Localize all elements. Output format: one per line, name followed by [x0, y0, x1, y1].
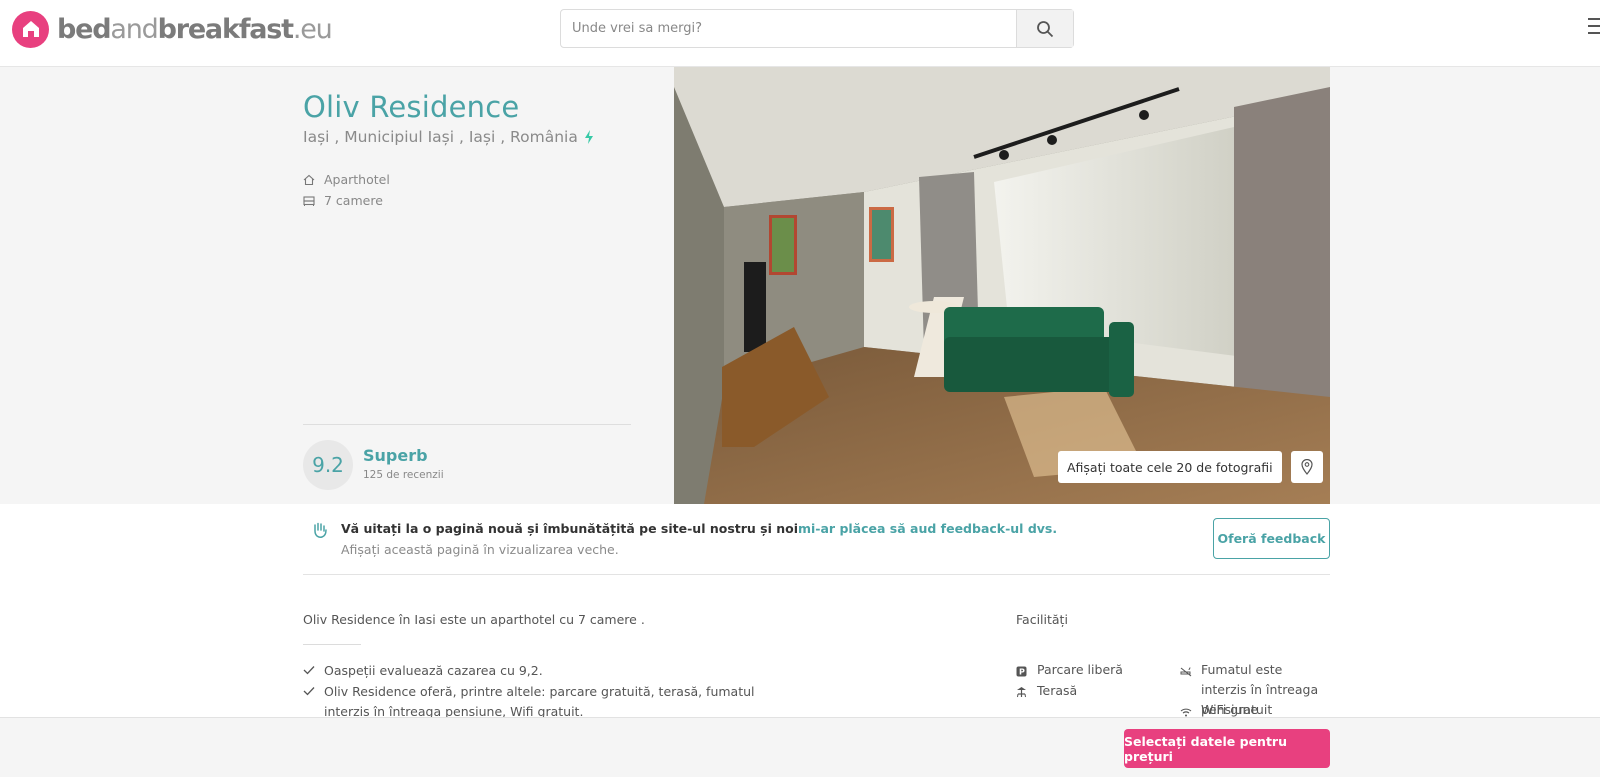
feedback-text: Vă uitați la o pagină nouă și îmbunătăți… [341, 521, 798, 536]
site-logo[interactable]: bedandbreakfast.eu [12, 10, 333, 48]
rating-score: 9.2 [303, 440, 353, 490]
show-all-photos-button[interactable]: Afișați toate cele 20 de fotografii [1058, 451, 1282, 483]
bed-icon [303, 195, 315, 206]
select-dates-button[interactable]: Selectați datele pentru prețuri [1124, 729, 1330, 768]
terrace-icon [1017, 687, 1026, 698]
svg-text:P: P [1019, 668, 1025, 677]
site-header: bedandbreakfast.eu [0, 0, 1600, 67]
give-feedback-button[interactable]: Oferă feedback [1213, 518, 1330, 559]
logo-wordmark: bedandbreakfast.eu [57, 13, 333, 45]
wifi-icon [1180, 708, 1192, 717]
waving-hand-icon [314, 522, 327, 538]
review-count[interactable]: 125 de recenzii [363, 469, 444, 481]
rating-label[interactable]: Superb [363, 446, 428, 465]
map-pin-icon [1301, 459, 1313, 475]
search-input[interactable] [561, 10, 1016, 47]
search-button[interactable] [1016, 10, 1073, 47]
property-type: Aparthotel [303, 172, 390, 187]
old-view-link[interactable]: Afișați această pagină în vizualizarea v… [341, 542, 619, 557]
property-rooms: 7 camere [303, 193, 383, 208]
list-item: Oliv Residence oferă, printre altele: pa… [303, 682, 793, 722]
map-pin-button[interactable] [1291, 451, 1323, 483]
list-item-text: Oliv Residence oferă, printre altele: pa… [324, 684, 755, 719]
property-location: Iași , Municipiul Iași , Iași , România [303, 128, 594, 146]
feedback-link[interactable]: mi-ar plăcea să aud feedback-ul dvs. [798, 521, 1057, 536]
rooms-label: 7 camere [324, 193, 383, 208]
search-icon [1037, 20, 1054, 37]
property-photo[interactable] [674, 67, 1330, 504]
lightning-icon [584, 130, 593, 144]
property-description: Oliv Residence în Iasi este un aparthote… [303, 612, 645, 627]
facility-item: Terasă [1016, 681, 1176, 704]
highlights-list: Oaspeții evaluează cazarea cu 9,2. Oliv … [303, 661, 793, 723]
list-item-text: Oaspeții evaluează cazarea cu 9,2. [324, 663, 543, 678]
divider [303, 644, 361, 645]
list-item: Oaspeții evaluează cazarea cu 9,2. [303, 661, 793, 681]
facility-label: Terasă [1037, 683, 1078, 698]
facility-item: P Parcare liberă [1016, 660, 1176, 683]
facilities-title: Facilități [1016, 612, 1068, 627]
booking-bar: Selectați datele pentru prețuri [0, 717, 1600, 777]
hamburger-menu-icon[interactable] [1588, 18, 1600, 38]
home-icon [303, 174, 315, 185]
location-text: Iași , Municipiul Iași , Iași , România [303, 128, 578, 146]
feedback-banner: Vă uitați la o pagină nouă și îmbunătăți… [303, 505, 1330, 575]
no-smoking-icon [1180, 667, 1192, 677]
check-icon [303, 666, 315, 675]
search-bar [560, 9, 1074, 48]
property-type-label: Aparthotel [324, 172, 390, 187]
divider [303, 424, 631, 425]
feedback-message: Vă uitați la o pagină nouă și îmbunătăți… [341, 521, 1057, 536]
property-title: Oliv Residence [303, 90, 520, 124]
parking-icon: P [1016, 666, 1027, 677]
check-icon [303, 687, 315, 696]
facility-label: Parcare liberă [1037, 662, 1123, 677]
house-logo-icon [12, 10, 49, 48]
